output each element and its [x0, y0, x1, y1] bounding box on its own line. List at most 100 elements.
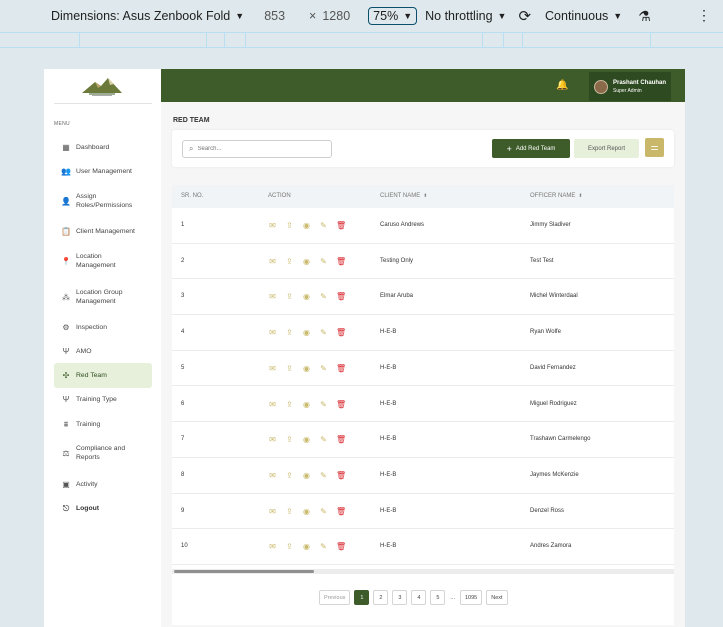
sidebar-item-location-management[interactable]: 📍 Location Management: [54, 251, 152, 271]
email-icon[interactable]: ✉: [268, 542, 277, 551]
add-red-team-button[interactable]: + Add Red Team: [492, 139, 570, 158]
edit-icon[interactable]: ✎: [319, 542, 328, 551]
height-input[interactable]: 1280: [322, 9, 350, 23]
table-row: 5 ✉ ⇪ ◉ ✎ 🗑 H-E-B David Fernandez: [172, 351, 674, 387]
upload-icon[interactable]: ⇪: [285, 400, 294, 409]
filter-button[interactable]: ⚌: [645, 138, 664, 157]
sidebar-item-user-management[interactable]: 👥 User Management: [54, 165, 152, 177]
sidebar-item-assign-roles[interactable]: 👤 Assign Roles/Permissions: [54, 191, 152, 211]
amo-icon: Ψ: [62, 346, 70, 356]
mode-select[interactable]: Continuous ▼: [545, 9, 622, 23]
sidebar-item-logout[interactable]: ⎋ Logout: [54, 502, 152, 514]
view-icon[interactable]: ◉: [302, 292, 311, 301]
edit-icon[interactable]: ✎: [319, 328, 328, 337]
email-icon[interactable]: ✉: [268, 257, 277, 266]
view-icon[interactable]: ◉: [302, 400, 311, 409]
view-icon[interactable]: ◉: [302, 364, 311, 373]
view-icon[interactable]: ◉: [302, 257, 311, 266]
more-options-icon[interactable]: ⋮: [697, 7, 711, 24]
horizontal-scrollbar[interactable]: [172, 569, 674, 574]
previous-page-button[interactable]: Previous: [319, 590, 351, 605]
delete-icon[interactable]: 🗑: [336, 400, 346, 409]
delete-icon[interactable]: 🗑: [336, 542, 346, 551]
sidebar-item-compliance[interactable]: ⚖ Compliance and Reports: [54, 443, 152, 463]
flask-icon[interactable]: ⚗: [638, 8, 651, 25]
column-header-officer-name[interactable]: OFFICER NAME ⬍: [530, 185, 583, 208]
sidebar-item-location-group[interactable]: ⁂ Location Group Management: [54, 287, 152, 307]
upload-icon[interactable]: ⇪: [285, 435, 294, 444]
page-button-2[interactable]: 2: [373, 590, 389, 605]
upload-icon[interactable]: ⇪: [285, 471, 294, 480]
edit-icon[interactable]: ✎: [319, 507, 328, 516]
throttle-select[interactable]: No throttling ▼: [425, 9, 506, 23]
inspection-gear-icon: ⚙: [62, 322, 70, 332]
email-icon[interactable]: ✉: [268, 471, 277, 480]
delete-icon[interactable]: 🗑: [336, 435, 346, 444]
scroll-thumb[interactable]: [174, 570, 314, 573]
email-icon[interactable]: ✉: [268, 292, 277, 301]
table-row: 1 ✉ ⇪ ◉ ✎ 🗑 Caruso Andrews Jimmy Sladiver: [172, 208, 674, 244]
page-button-5[interactable]: 5: [430, 590, 446, 605]
view-icon[interactable]: ◉: [302, 542, 311, 551]
upload-icon[interactable]: ⇪: [285, 292, 294, 301]
delete-icon[interactable]: 🗑: [336, 364, 346, 373]
upload-icon[interactable]: ⇪: [285, 328, 294, 337]
delete-icon[interactable]: 🗑: [336, 292, 346, 301]
edit-icon[interactable]: ✎: [319, 257, 328, 266]
view-icon[interactable]: ◉: [302, 435, 311, 444]
delete-icon[interactable]: 🗑: [336, 471, 346, 480]
width-input[interactable]: 853: [264, 9, 285, 23]
location-pin-icon: 📍: [61, 256, 71, 266]
search-box[interactable]: ⌕: [182, 140, 332, 158]
edit-icon[interactable]: ✎: [319, 292, 328, 301]
page-button-last[interactable]: 1095: [460, 590, 483, 605]
cell-sr-no: 9: [181, 507, 185, 514]
upload-icon[interactable]: ⇪: [285, 507, 294, 516]
page-button-4[interactable]: 4: [411, 590, 427, 605]
edit-icon[interactable]: ✎: [319, 400, 328, 409]
sidebar-item-dashboard[interactable]: ▦ Dashboard: [54, 141, 152, 153]
search-input[interactable]: [197, 146, 318, 152]
sidebar-item-red-team[interactable]: ✣ Red Team: [54, 363, 152, 388]
delete-icon[interactable]: 🗑: [336, 328, 346, 337]
upload-icon[interactable]: ⇪: [285, 364, 294, 373]
delete-icon[interactable]: 🗑: [336, 507, 346, 516]
edit-icon[interactable]: ✎: [319, 471, 328, 480]
sidebar-item-activity[interactable]: ▣ Activity: [54, 478, 152, 490]
email-icon[interactable]: ✉: [268, 328, 277, 337]
page-button-3[interactable]: 3: [392, 590, 408, 605]
column-header-client-name[interactable]: CLIENT NAME ⬍: [380, 185, 427, 208]
page-button-1[interactable]: 1: [354, 590, 370, 605]
sidebar-item-training[interactable]: ⩩ Training: [54, 418, 152, 430]
rotate-icon[interactable]: ⟳: [518, 7, 531, 25]
email-icon[interactable]: ✉: [268, 364, 277, 373]
email-icon[interactable]: ✉: [268, 435, 277, 444]
sidebar-item-label: Activity: [76, 480, 98, 488]
view-icon[interactable]: ◉: [302, 471, 311, 480]
delete-icon[interactable]: 🗑: [336, 221, 346, 230]
edit-icon[interactable]: ✎: [319, 364, 328, 373]
edit-icon[interactable]: ✎: [319, 435, 328, 444]
email-icon[interactable]: ✉: [268, 221, 277, 230]
device-select[interactable]: Dimensions: Asus Zenbook Fold ▼: [51, 9, 244, 23]
view-icon[interactable]: ◉: [302, 221, 311, 230]
sidebar-item-amo[interactable]: Ψ AMO: [54, 345, 152, 357]
sidebar-item-label: Red Team: [76, 372, 107, 379]
sidebar-item-client-management[interactable]: 📋 Client Management: [54, 225, 152, 237]
email-icon[interactable]: ✉: [268, 400, 277, 409]
view-icon[interactable]: ◉: [302, 328, 311, 337]
upload-icon[interactable]: ⇪: [285, 221, 294, 230]
edit-icon[interactable]: ✎: [319, 221, 328, 230]
upload-icon[interactable]: ⇪: [285, 542, 294, 551]
next-page-button[interactable]: Next: [486, 590, 508, 605]
sidebar-item-inspection[interactable]: ⚙ Inspection: [54, 321, 152, 333]
delete-icon[interactable]: 🗑: [336, 257, 346, 266]
sidebar-item-training-type[interactable]: Ψ Training Type: [54, 393, 152, 405]
export-report-button[interactable]: Export Report: [574, 139, 639, 158]
zoom-select[interactable]: 75% ▼: [368, 7, 418, 25]
bell-icon[interactable]: 🔔: [556, 80, 568, 91]
view-icon[interactable]: ◉: [302, 507, 311, 516]
email-icon[interactable]: ✉: [268, 507, 277, 516]
user-menu[interactable]: Prashant Chauhan Super Admin: [589, 72, 671, 101]
upload-icon[interactable]: ⇪: [285, 257, 294, 266]
